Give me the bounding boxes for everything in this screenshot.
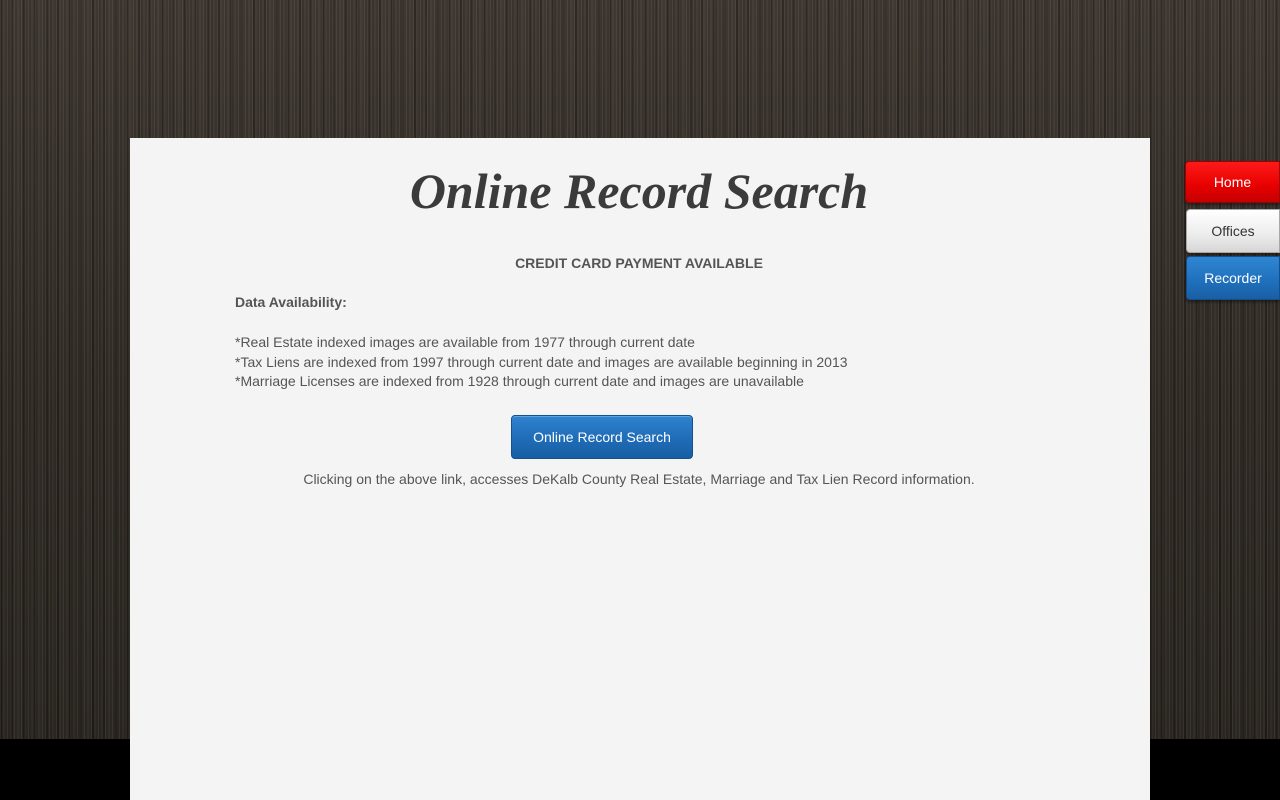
credit-card-notice: CREDIT CARD PAYMENT AVAILABLE [515,255,763,271]
data-availability-heading: Data Availability: [235,294,347,310]
nav-offices-button[interactable]: Offices [1186,209,1280,253]
availability-item-tax-liens: *Tax Liens are indexed from 1997 through… [235,353,848,370]
online-record-search-button[interactable]: Online Record Search [511,415,693,459]
availability-item-real-estate: *Real Estate indexed images are availabl… [235,334,695,350]
data-availability-list: *Real Estate indexed images are availabl… [235,333,848,392]
page-title: Online Record Search [409,163,869,219]
nav-home-button[interactable]: Home [1185,161,1280,203]
content-panel [130,138,1150,800]
availability-item-marriage-licenses: *Marriage Licenses are indexed from 1928… [235,373,804,390]
nav-recorder-button[interactable]: Recorder [1186,256,1280,300]
disclaimer-text: Clicking on the above link, accesses DeK… [303,471,975,487]
